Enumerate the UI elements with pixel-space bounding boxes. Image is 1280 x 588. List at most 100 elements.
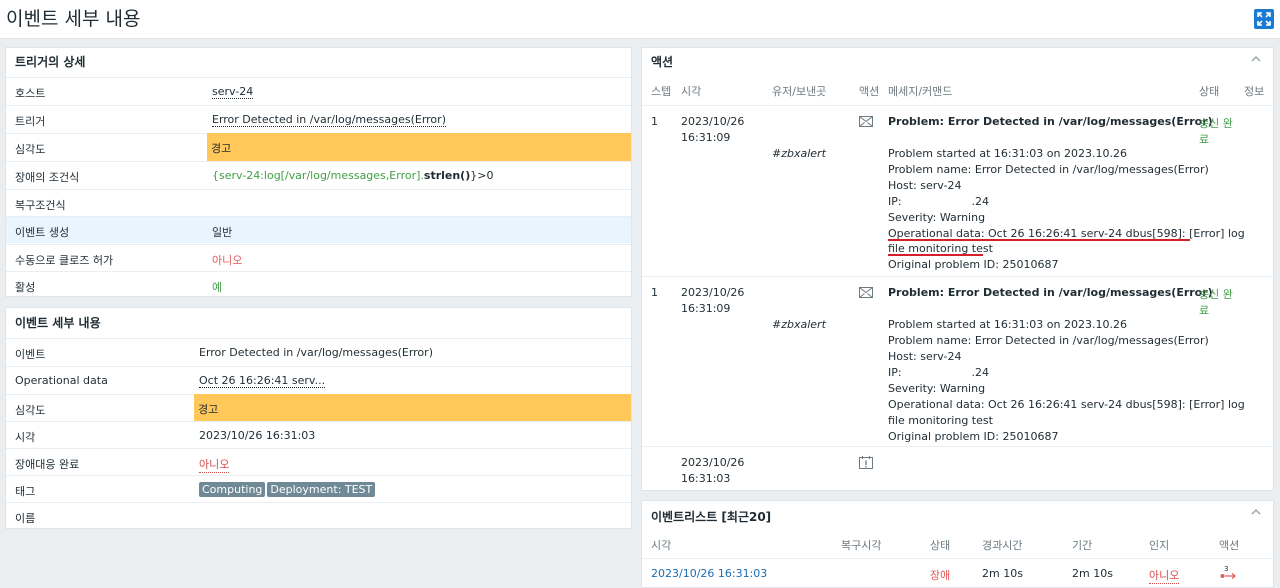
message-line: Host: serv-24 [888,350,962,363]
col-recipient: 유저/보낸곳 [772,85,827,98]
col-status: 상태 [930,539,951,552]
expression-item[interactable]: {serv-24:log[/var/log/messages,Error]. [212,169,424,182]
row-event-severity: 심각도 경고 [6,394,631,422]
action-row: 1 2023/10/26 16:31:09 #zbxalert Problem:… [642,105,1273,276]
chevron-up-icon[interactable] [1251,54,1261,64]
col-info: 정보 [1244,85,1265,98]
table-row: 2023/10/26 16:31:03 장애 2m 10s 2m 10s 아니오… [642,558,1273,588]
message-line: Host: serv-24 [888,179,962,192]
highlight-underline [888,254,983,256]
ack-link[interactable]: 아니오 [1149,567,1180,584]
message-line: file monitoring test [888,414,993,427]
message-line: IP: .24 [888,366,990,379]
row-trigger: 트리거 Error Detected in /var/log/messages(… [6,105,631,132]
trigger-link[interactable]: Error Detected in /var/log/messages(Erro… [212,113,446,127]
message-line: Original problem ID: 25010687 [888,430,1059,443]
event-details-title: 이벤트 세부 내용 [15,316,101,330]
row-expression: 장애의 조건식 {serv-24:log[/var/log/messages,E… [6,161,631,188]
recipient: #zbxalert [772,147,826,160]
message-line: Operational data: Oct 26 16:26:41 serv-2… [888,398,1245,411]
label-recovery-expression: 복구조건식 [15,199,66,212]
message-subject: Problem: Error Detected in /var/log/mess… [888,286,1213,299]
manual-close-value: 아니오 [212,254,243,267]
message-line: Severity: Warning [888,211,986,224]
status-sent: 송신 완 [1199,117,1233,130]
status-sent-cont: 료 [1199,133,1210,146]
highlight-underline [888,239,1190,241]
row-acknowledged: 장애대응 완료 아니오 [6,448,631,475]
row-recovery-expression: 복구조건식 [6,189,631,216]
status-problem: 장애 [930,569,951,582]
label-expression: 장애의 조건식 [15,171,80,184]
chevron-up-icon[interactable] [1251,507,1261,517]
row-host: 호스트 serv-24 [6,77,631,104]
fullscreen-button[interactable] [1254,9,1274,29]
trigger-expression: {serv-24:log[/var/log/messages,Error].st… [212,169,493,182]
label-trigger: 트리거 [15,115,46,128]
severity-badge: 경고 [207,133,631,161]
message-line: Original problem ID: 25010687 [888,258,1059,271]
row-event-generation: 이벤트 생성 일반 [6,216,631,243]
message-line: Severity: Warning [888,382,986,395]
event-list-panel: 이벤트리스트 [최근20] 시각 복구시각 상태 경과시간 기간 인지 액션 2… [641,500,1274,588]
message-line: Problem name: Error Detected in /var/log… [888,334,1209,347]
envelope-icon [859,116,873,127]
row-tags: 태그 Computing Deployment: TEST [6,475,631,502]
row-event: 이벤트 Error Detected in /var/log/messages(… [6,338,631,365]
row-manual-close: 수동으로 클로즈 허가 아니오 [6,244,631,271]
actions-title: 액션 [651,55,674,69]
tag-deployment[interactable]: Deployment: TEST [267,482,376,497]
operational-data-link[interactable]: Oct 26 16:26:41 serv... [199,374,326,388]
label-event-time: 시각 [15,431,36,444]
event-details-panel: 이벤트 세부 내용 이벤트 Error Detected in /var/log… [5,307,632,529]
message-line: Problem started at 16:31:03 on 2023.10.2… [888,147,1127,160]
row-event-time: 시각 2023/10/26 16:31:03 [6,421,631,448]
acknowledge-link[interactable]: 아니오 [199,456,230,473]
enabled-value: 예 [212,281,223,294]
message-line: Problem started at 16:31:03 on 2023.10.2… [888,318,1127,331]
col-action: 액션 [859,85,880,98]
recipient: #zbxalert [772,318,826,331]
col-status: 상태 [1199,85,1220,98]
event-severity-badge: 경고 [194,394,631,422]
tags-list: Computing Deployment: TEST [199,482,377,497]
col-actions: 액션 [1219,539,1240,552]
message-line: Problem name: Error Detected in /var/log… [888,163,1209,176]
tag-computing[interactable]: Computing [199,482,266,497]
col-age: 경과시간 [982,539,1023,552]
label-event-generation: 이벤트 생성 [15,226,70,239]
trigger-details-panel: 트리거의 상세 호스트 serv-24 트리거 Error Detected i… [5,47,632,297]
action-date: 2023/10/26 [681,286,745,299]
status-sent: 송신 완 [1199,288,1233,301]
expression-function: strlen() [423,169,471,182]
label-manual-close: 수동으로 클로즈 허가 [15,254,114,267]
row-enabled: 활성 예 [6,271,631,298]
host-link[interactable]: serv-24 [212,85,254,99]
message-subject: Problem: Error Detected in /var/log/mess… [888,115,1213,128]
label-enabled: 활성 [15,281,36,294]
action-date: 2023/10/26 [681,456,745,469]
trigger-details-title: 트리거의 상세 [15,55,86,69]
label-tags: 태그 [15,485,36,498]
row-name: 이름 [6,502,631,529]
action-time: 16:31:03 [681,472,731,485]
col-step: 스텝 [651,85,672,98]
actions-indicator[interactable]: 3 [1220,565,1238,581]
action-row: 2023/10/26 16:31:03 [642,446,1273,491]
event-time-link[interactable]: 2023/10/26 16:31:03 [651,567,767,580]
page-title: 이벤트 세부 내용 [6,8,141,30]
action-row: 1 2023/10/26 16:31:09 #zbxalert Problem:… [642,276,1273,446]
status-sent-cont: 료 [1199,304,1210,317]
event-time-value: 2023/10/26 16:31:03 [199,429,316,442]
fullscreen-icon [1257,12,1271,26]
envelope-icon [859,287,873,298]
expression-tail: }>0 [470,169,494,182]
actions-panel: 액션 스텝 시각 유저/보낸곳 액션 메세지/커맨드 상태 정보 1 2023/… [641,47,1274,491]
event-list-title: 이벤트리스트 [최근20] [651,510,772,524]
step-value: 1 [651,115,658,128]
col-recovery-time: 복구시각 [841,539,882,552]
row-operational-data: Operational data Oct 26 16:26:41 serv... [6,366,631,393]
action-date: 2023/10/26 [681,115,745,128]
action-time: 16:31:09 [681,131,731,144]
label-name: 이름 [15,512,36,525]
